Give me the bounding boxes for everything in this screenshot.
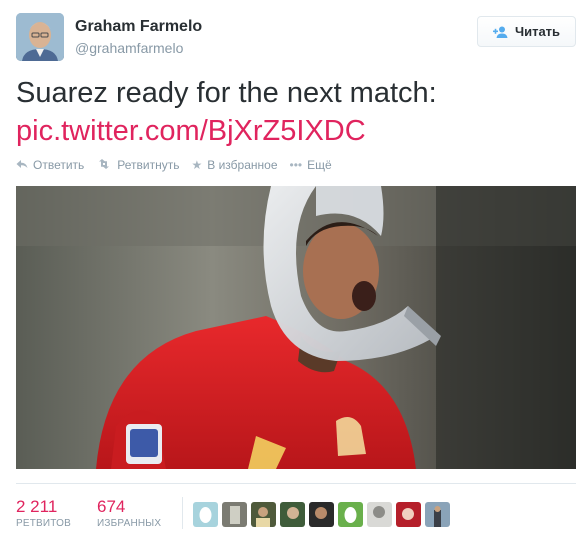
author-name[interactable]: Graham Farmelo xyxy=(75,18,202,36)
star-icon: ★ xyxy=(191,158,203,172)
tweet-text: Suarez ready for the next match: pic.twi… xyxy=(16,74,576,150)
stats-divider xyxy=(16,483,576,484)
favoriter-avatar[interactable] xyxy=(338,502,363,527)
favoriter-avatar[interactable] xyxy=(251,502,276,527)
reply-action[interactable]: Ответить xyxy=(16,158,84,172)
favorite-count-label: ИЗБРАННЫХ xyxy=(97,518,162,529)
favorite-label: В избранное xyxy=(207,158,278,172)
favoriter-avatar[interactable] xyxy=(425,502,450,527)
tweet-photo[interactable] xyxy=(16,186,576,469)
retweet-count: 2 211 xyxy=(16,497,58,516)
follow-button-label: Читать xyxy=(514,24,561,39)
retweet-label: Ретвитнуть xyxy=(117,158,180,172)
favorite-stat[interactable]: 674 ИЗБРАННЫХ xyxy=(97,497,161,529)
favoriter-avatar[interactable] xyxy=(280,502,305,527)
retweet-stat[interactable]: 2 211 РЕТВИТОВ xyxy=(16,497,71,529)
retweet-count-label: РЕТВИТОВ xyxy=(16,518,72,529)
stats-separator xyxy=(182,497,183,529)
favorite-count: 674 xyxy=(97,497,126,516)
tweet-actions: Ответить Ретвитнуть ★ В избранное ••• Ещ… xyxy=(16,158,332,172)
more-label: Ещё xyxy=(307,158,332,172)
tweet-media-link[interactable]: pic.twitter.com/BjXrZ5IXDC xyxy=(16,112,576,150)
more-icon: ••• xyxy=(289,158,303,172)
more-action[interactable]: ••• Ещё xyxy=(290,158,332,172)
favoriter-avatar[interactable] xyxy=(222,502,247,527)
author-handle[interactable]: @grahamfarmelo xyxy=(75,40,183,56)
favoriters-list xyxy=(193,502,450,527)
retweet-icon xyxy=(96,158,112,172)
favoriter-avatar[interactable] xyxy=(396,502,421,527)
tweet-body: Suarez ready for the next match: xyxy=(16,77,437,109)
favorite-action[interactable]: ★ В избранное xyxy=(192,158,278,172)
reply-icon xyxy=(16,158,28,172)
favoriter-avatar[interactable] xyxy=(367,502,392,527)
author-avatar[interactable] xyxy=(16,13,64,61)
reply-label: Ответить xyxy=(33,158,85,172)
favoriter-avatar[interactable] xyxy=(193,502,218,527)
retweet-action[interactable]: Ретвитнуть xyxy=(96,158,180,172)
follow-button[interactable]: Читать xyxy=(477,16,576,47)
favoriter-avatar[interactable] xyxy=(309,502,334,527)
add-user-icon xyxy=(492,26,509,38)
